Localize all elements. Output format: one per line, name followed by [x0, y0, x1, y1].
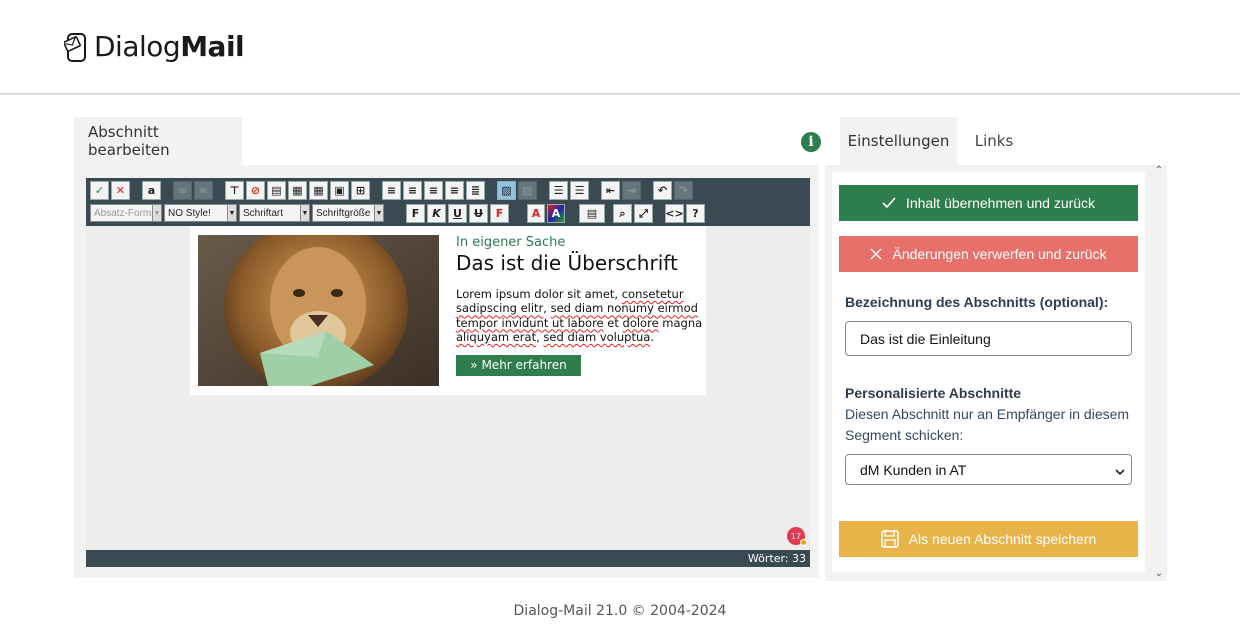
image-icon[interactable]: ▨	[497, 180, 516, 200]
remove-field-icon[interactable]: ✕	[111, 180, 130, 200]
notification-badge[interactable]: 17	[787, 527, 807, 546]
table-insert-icon[interactable]: ▦	[309, 180, 328, 200]
layout-icon[interactable]: ⊞	[351, 180, 370, 200]
source-code-button[interactable]: <>	[665, 203, 684, 223]
chevron-down-icon: ▼	[152, 205, 161, 221]
no-link-icon[interactable]: ⊘	[246, 180, 265, 200]
apply-button[interactable]: Inhalt übernehmen und zurück	[839, 185, 1138, 221]
help-button[interactable]: ?	[686, 203, 705, 223]
personal-desc-1: Diesen Abschnitt nur an Empfänger in die…	[845, 406, 1130, 422]
undo-icon[interactable]: ↶	[653, 180, 672, 200]
link-icon[interactable]: ∞	[173, 180, 192, 200]
outdent-icon[interactable]: ⇤	[601, 180, 620, 200]
section-name-input[interactable]: Das ist die Einleitung	[845, 321, 1132, 356]
image-edit-icon[interactable]: ▨	[518, 180, 537, 200]
lion-image[interactable]	[198, 235, 439, 386]
font-color-button[interactable]: A	[527, 203, 545, 223]
indent-icon[interactable]: ⇥	[622, 180, 641, 200]
indent-text-icon[interactable]: ≣	[466, 180, 485, 200]
tab-settings[interactable]: Einstellungen	[840, 117, 957, 165]
table-icon[interactable]: ▤	[579, 203, 605, 223]
editor-toolbar: ✓ ✕ a ∞ ∞ ⊤ ⊘ ▤ ▦ ▦ ▣ ⊞ ≡ ≡ ≡ ≡ ≣ ▨ ▨ ☰ …	[86, 178, 810, 226]
wysiwyg-editor: ✓ ✕ a ∞ ∞ ⊤ ⊘ ▤ ▦ ▦ ▣ ⊞ ≡ ≡ ≡ ≡ ≣ ▨ ▨ ☰ …	[86, 178, 810, 567]
search-icon[interactable]: ⌕	[613, 203, 632, 223]
clear-format-icon[interactable]: F	[490, 203, 509, 223]
mail-more-button[interactable]: » Mehr erfahren	[456, 355, 581, 377]
word-count: Wörter: 33	[86, 550, 810, 567]
chevron-down-icon	[1115, 469, 1125, 476]
align-left-icon[interactable]: ≡	[382, 180, 401, 200]
mail-content-block[interactable]: In eigener Sache Das ist die Überschrift…	[190, 226, 706, 395]
align-center-icon[interactable]: ≡	[403, 180, 422, 200]
save-section-button[interactable]: Als neuen Abschnitt speichern	[839, 521, 1138, 557]
toolbar-row-2: Absatz-Format ▼ NO Style! ▼ Schriftart ▼ Sc…	[90, 202, 707, 224]
paragraph-format-select[interactable]: Absatz-Format ▼	[90, 204, 162, 222]
section-name-label: Bezeichnung des Abschnitts (optional):	[845, 294, 1109, 310]
chevron-down-icon: ▼	[300, 205, 309, 221]
info-icon[interactable]: i	[801, 132, 821, 152]
form-field-icon[interactable]: ✓	[90, 180, 109, 200]
placeholder-icon[interactable]: a	[142, 180, 161, 200]
toolbar-row-1: ✓ ✕ a ∞ ∞ ⊤ ⊘ ▤ ▦ ▦ ▣ ⊞ ≡ ≡ ≡ ≡ ≣ ▨ ▨ ☰ …	[90, 179, 695, 201]
font-size-select[interactable]: Schriftgröße ▼	[312, 204, 384, 222]
scroll-down-icon[interactable]: ⌄	[1153, 568, 1165, 582]
scroll-up-icon[interactable]: ⌃	[1153, 165, 1165, 179]
bold-button[interactable]: F	[406, 203, 425, 223]
personal-title: Personalisierte Abschnitte	[845, 385, 1022, 401]
fullscreen-icon[interactable]: ⤢	[634, 203, 653, 223]
discard-button[interactable]: Änderungen verwerfen und zurück	[839, 236, 1138, 272]
anchor-icon[interactable]: ⊤	[225, 180, 244, 200]
redo-icon[interactable]: ↷	[674, 180, 693, 200]
font-select[interactable]: Schriftart ▼	[239, 204, 310, 222]
chevron-down-icon: ▼	[227, 205, 236, 221]
logo[interactable]: DialogMail	[64, 30, 245, 63]
mail-body: Lorem ipsum dolor sit amet, consetetur s…	[456, 287, 703, 344]
mail-text: In eigener Sache Das ist die Überschrift…	[456, 235, 704, 377]
check-icon	[882, 197, 896, 209]
tab-edit-section[interactable]: Abschnitt bearbeiten	[74, 117, 242, 165]
close-icon	[870, 248, 882, 260]
style-select[interactable]: NO Style! ▼	[164, 204, 237, 222]
floppy-disk-icon	[880, 530, 899, 548]
phone-letter-icon	[64, 32, 86, 62]
segment-select[interactable]: dM Kunden in AT	[845, 454, 1132, 485]
personal-desc-2: Segment schicken:	[845, 427, 964, 443]
template-icon[interactable]: ▤	[267, 180, 286, 200]
status-dot-icon	[800, 539, 807, 546]
box-icon[interactable]: ▣	[330, 180, 349, 200]
bullet-list-icon[interactable]: ☰	[549, 180, 568, 200]
qr-code-icon[interactable]: ▦	[288, 180, 307, 200]
settings-card	[832, 172, 1145, 572]
bg-color-button[interactable]: A	[547, 203, 565, 223]
top-header: DialogMail	[0, 0, 1240, 95]
chevron-down-icon: ▼	[374, 205, 383, 221]
tab-links[interactable]: Links	[970, 117, 1018, 165]
mail-headline: Das ist die Überschrift	[456, 251, 678, 275]
underline-button[interactable]: U	[448, 203, 467, 223]
mail-kicker: In eigener Sache	[456, 235, 566, 250]
app: DialogMail Abschnitt bearbeiten ✓ ✕ a ∞ …	[0, 0, 1240, 624]
unlink-icon[interactable]: ∞	[194, 180, 213, 200]
logo-text: DialogMail	[94, 30, 245, 63]
strikethrough-button[interactable]: U	[469, 203, 488, 223]
align-right-icon[interactable]: ≡	[424, 180, 443, 200]
align-justify-icon[interactable]: ≡	[445, 180, 464, 200]
italic-button[interactable]: K	[427, 203, 446, 223]
numbered-list-icon[interactable]: ☰	[570, 180, 589, 200]
footer-copyright: Dialog-Mail 21.0 © 2004-2024	[513, 603, 727, 619]
